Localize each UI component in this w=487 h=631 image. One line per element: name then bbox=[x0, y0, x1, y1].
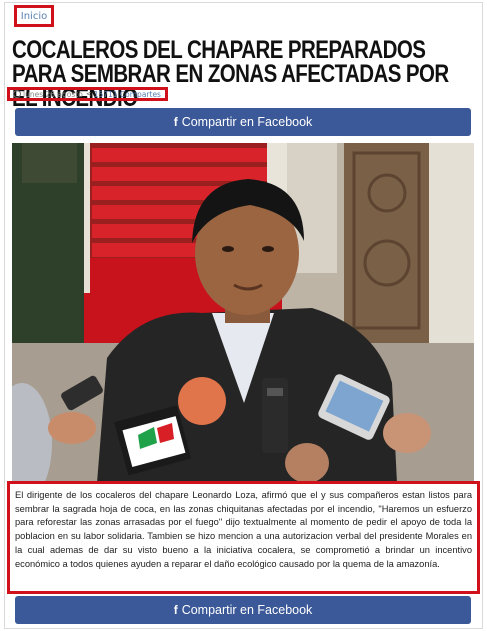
share-facebook-button-top[interactable]: f Compartir en Facebook bbox=[15, 108, 471, 136]
share-facebook-label: Compartir en Facebook bbox=[181, 603, 313, 617]
share-facebook-label: Compartir en Facebook bbox=[181, 115, 313, 129]
article-meta: lunes 26 agosto < 15711 Compartes bbox=[7, 87, 168, 101]
share-count: 15711 Compartes bbox=[93, 89, 161, 99]
share-icon: < bbox=[85, 90, 92, 98]
article-photo bbox=[12, 143, 474, 483]
share-facebook-button-bottom[interactable]: f Compartir en Facebook bbox=[15, 596, 471, 624]
clock-icon bbox=[13, 90, 21, 98]
press-scene-illustration bbox=[12, 143, 474, 483]
breadcrumb-home-link[interactable]: Inicio bbox=[14, 5, 54, 27]
facebook-icon: f bbox=[173, 115, 178, 129]
facebook-icon: f bbox=[173, 603, 178, 617]
article-date: lunes 26 agosto bbox=[23, 89, 83, 99]
article-body: El dirigente de los cocaleros del chapar… bbox=[7, 481, 480, 594]
